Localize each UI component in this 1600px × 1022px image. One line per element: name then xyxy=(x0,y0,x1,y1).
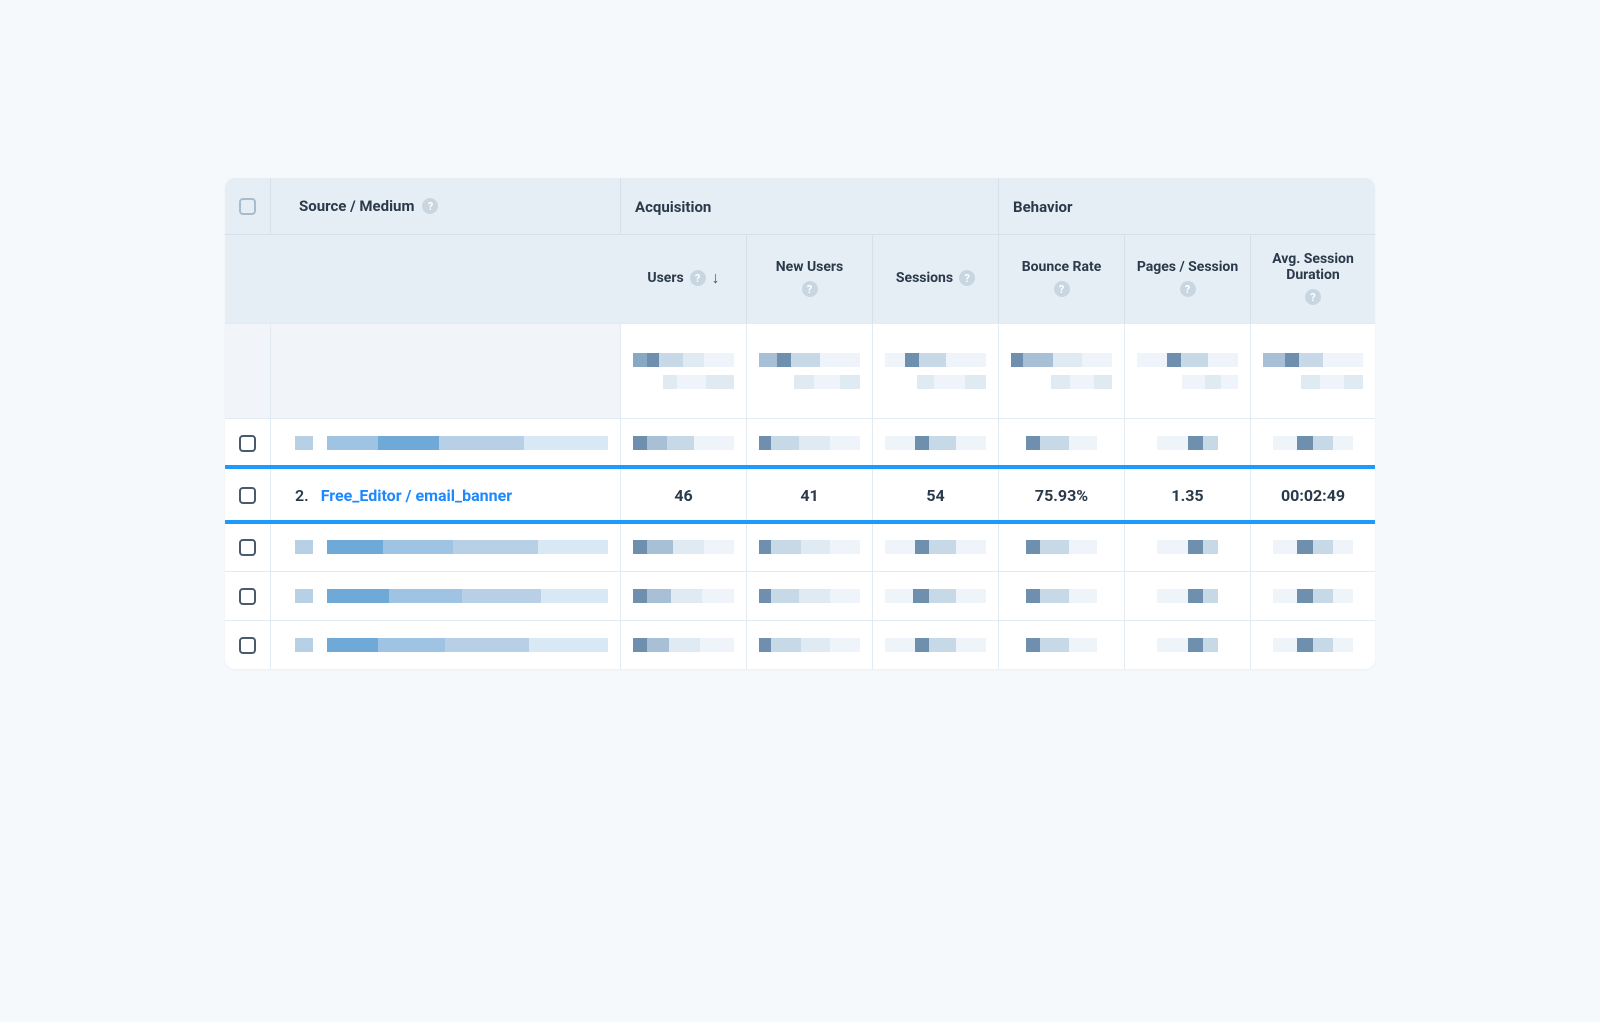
cell-pages-session: 1.35 xyxy=(1125,468,1251,522)
row-index: 2. xyxy=(295,486,309,505)
table-row xyxy=(225,571,1375,620)
table-row xyxy=(225,418,1375,467)
redacted-value xyxy=(885,353,986,389)
column-label: Sessions xyxy=(896,270,953,286)
redacted-value xyxy=(759,540,860,554)
redacted-value xyxy=(885,540,986,554)
redacted-value xyxy=(759,638,860,652)
redacted-value xyxy=(885,638,986,652)
help-icon[interactable]: ? xyxy=(1180,281,1196,297)
select-all-cell xyxy=(225,178,271,234)
table-header: Source / Medium ? Acquisition Behavior U… xyxy=(225,178,1375,323)
redacted-source xyxy=(295,638,608,652)
column-label: Users xyxy=(647,270,683,286)
column-label: Avg. Session Duration xyxy=(1259,251,1367,283)
redacted-value xyxy=(1137,353,1238,389)
redacted-value xyxy=(1263,353,1363,389)
column-header-avg-session-duration[interactable]: Avg. Session Duration ? xyxy=(1251,235,1375,323)
redacted-value xyxy=(1026,436,1097,450)
cell-bounce-rate: 75.93% xyxy=(999,468,1125,522)
help-icon[interactable]: ? xyxy=(959,270,975,286)
redacted-value xyxy=(633,540,734,554)
help-icon[interactable]: ? xyxy=(422,198,438,214)
redacted-value xyxy=(1157,638,1218,652)
redacted-value xyxy=(1026,589,1097,603)
column-header-source-medium[interactable]: Source / Medium ? xyxy=(271,178,621,234)
redacted-value xyxy=(1273,540,1353,554)
redacted-value xyxy=(759,589,860,603)
redacted-source xyxy=(295,540,608,554)
column-group-acquisition: Acquisition xyxy=(621,178,999,234)
redacted-value xyxy=(1026,638,1097,652)
redacted-value xyxy=(1273,589,1353,603)
redacted-value xyxy=(885,436,986,450)
column-label: Bounce Rate xyxy=(1022,259,1102,275)
column-label: Pages / Session xyxy=(1137,259,1238,275)
analytics-table: Source / Medium ? Acquisition Behavior U… xyxy=(225,178,1375,669)
column-header-sessions[interactable]: Sessions ? xyxy=(873,235,999,323)
column-header-users[interactable]: Users ? ↓ xyxy=(621,235,747,323)
redacted-value xyxy=(1026,540,1097,554)
sort-desc-icon: ↓ xyxy=(712,268,720,288)
help-icon[interactable]: ? xyxy=(1054,281,1070,297)
row-checkbox[interactable] xyxy=(239,435,256,452)
column-header-bounce-rate[interactable]: Bounce Rate ? xyxy=(999,235,1125,323)
row-checkbox[interactable] xyxy=(239,487,256,504)
redacted-value xyxy=(759,353,860,389)
redacted-source xyxy=(295,589,608,603)
redacted-value xyxy=(1157,436,1218,450)
row-checkbox[interactable] xyxy=(239,637,256,654)
column-group-behavior: Behavior xyxy=(999,178,1375,234)
redacted-value xyxy=(1011,353,1112,389)
redacted-value xyxy=(1273,638,1353,652)
cell-new-users: 41 xyxy=(747,468,873,522)
help-icon[interactable]: ? xyxy=(1305,289,1321,305)
redacted-value xyxy=(1157,540,1218,554)
redacted-value xyxy=(1273,436,1353,450)
redacted-value xyxy=(759,436,860,450)
redacted-value xyxy=(633,353,734,389)
column-label: New Users xyxy=(776,259,844,275)
column-label: Source / Medium xyxy=(299,197,414,215)
select-all-checkbox[interactable] xyxy=(239,198,256,215)
cell-avg-session-duration: 00:02:49 xyxy=(1251,468,1375,522)
summary-row xyxy=(225,323,1375,418)
help-icon[interactable]: ? xyxy=(802,281,818,297)
row-checkbox[interactable] xyxy=(239,588,256,605)
source-medium-link[interactable]: Free_Editor / email_banner xyxy=(321,486,512,505)
cell-users: 46 xyxy=(621,468,747,522)
help-icon[interactable]: ? xyxy=(690,270,706,286)
column-header-pages-session[interactable]: Pages / Session ? xyxy=(1125,235,1251,323)
column-header-new-users[interactable]: New Users ? xyxy=(747,235,873,323)
redacted-value xyxy=(633,589,734,603)
redacted-source xyxy=(295,436,608,450)
redacted-value xyxy=(633,436,734,450)
redacted-value xyxy=(1157,589,1218,603)
cell-sessions: 54 xyxy=(873,468,999,522)
table-row-highlighted: 2. Free_Editor / email_banner 46 41 54 7… xyxy=(225,467,1375,522)
redacted-value xyxy=(885,589,986,603)
table-row xyxy=(225,620,1375,669)
redacted-value xyxy=(633,638,734,652)
table-row xyxy=(225,522,1375,571)
row-checkbox[interactable] xyxy=(239,539,256,556)
